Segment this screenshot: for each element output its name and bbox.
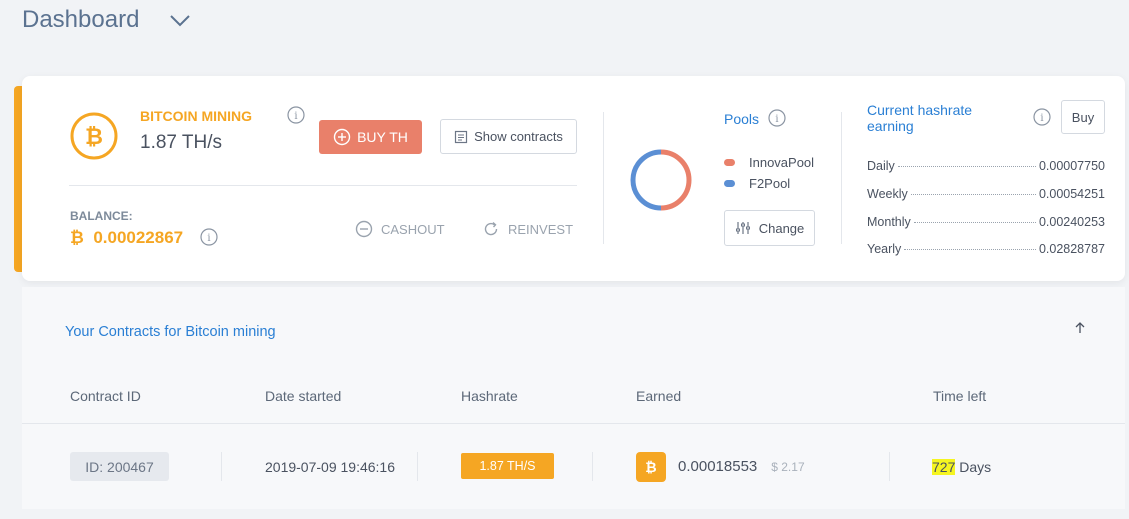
hashrate-badge: 1.87 TH/S: [461, 453, 554, 479]
pools-info-icon[interactable]: i: [768, 109, 786, 127]
document-icon: [454, 130, 468, 143]
change-pool-button[interactable]: Change: [724, 210, 815, 246]
buy-button[interactable]: Buy: [1061, 100, 1105, 134]
date-started: 2019-07-09 19:46:16: [265, 459, 395, 475]
buy-th-button[interactable]: BUY TH: [319, 120, 422, 154]
pools-title: Pools: [724, 111, 760, 127]
cell-divider: [889, 452, 890, 481]
balance-value: ₿ 0.00022867: [70, 228, 183, 248]
cell-divider: [221, 452, 222, 481]
info-icon[interactable]: i: [287, 106, 305, 124]
column-header-contract-id: Contract ID: [70, 388, 141, 404]
pools-donut-chart: [630, 149, 692, 211]
table-row: ID: 200467 2019-07-09 19:46:16 1.87 TH/S…: [22, 424, 1125, 509]
svg-text:i: i: [1040, 113, 1043, 124]
cell-divider: [417, 452, 418, 481]
page-header: Dashboard: [22, 6, 191, 34]
legend-dot: [724, 180, 735, 187]
refresh-icon: [484, 221, 498, 236]
column-header-hashrate: Hashrate: [461, 388, 518, 404]
balance-info-icon[interactable]: i: [200, 228, 218, 246]
time-left-unit: Days: [959, 459, 992, 475]
chevron-down-icon[interactable]: [169, 14, 191, 28]
svg-text:i: i: [294, 111, 297, 122]
column-divider: [841, 112, 842, 244]
earned-amount: 0.00018553 $ 2.17: [678, 458, 805, 475]
earned-usd: $ 2.17: [771, 460, 805, 474]
earning-value: 0.00240253: [1038, 215, 1105, 229]
column-divider: [603, 112, 604, 244]
hashrate-earning-title: Current hashrate earning: [867, 102, 973, 134]
mining-hashrate: 1.87 TH/s: [140, 132, 223, 153]
earning-row-daily: Daily 0.00007750: [867, 159, 1105, 173]
legend-item-f2pool: F2Pool: [724, 176, 790, 191]
contracts-panel: Your Contracts for Bitcoin mining Contra…: [22, 287, 1125, 509]
plus-circle-icon: [333, 128, 351, 146]
legend-item-innovapool: InnovaPool: [724, 155, 814, 170]
earning-row-yearly: Yearly 0.02828787: [867, 242, 1105, 256]
earned-btc: 0.00018553: [678, 458, 758, 475]
page-title: Dashboard: [22, 6, 140, 33]
balance-label: BALANCE:: [70, 209, 133, 223]
cell-divider: [592, 452, 593, 481]
bitcoin-icon: ₿: [636, 452, 666, 482]
time-left-value: 727: [932, 459, 956, 475]
time-left: 727 Days: [932, 459, 991, 475]
earning-period: Daily: [867, 159, 895, 173]
cashout-label: CASHOUT: [381, 221, 445, 237]
arrow-up-icon[interactable]: [1073, 321, 1087, 335]
card-accent-bar: [14, 86, 22, 272]
earning-row-monthly: Monthly 0.00240253: [867, 215, 1105, 229]
svg-text:₿: ₿: [85, 125, 103, 150]
balance-amount: 0.00022867: [93, 228, 184, 247]
mining-title: BITCOIN MINING: [140, 108, 252, 124]
earning-info-icon[interactable]: i: [1033, 108, 1051, 126]
contracts-title: Your Contracts for Bitcoin mining: [65, 324, 276, 340]
dotted-leader: [913, 222, 1036, 223]
buy-th-label: BUY TH: [357, 129, 408, 145]
contract-id: ID: 200467: [70, 452, 169, 481]
show-contracts-label: Show contracts: [474, 129, 563, 144]
minus-circle-icon: [355, 220, 373, 238]
earning-period: Yearly: [867, 242, 902, 256]
reinvest-button[interactable]: REINVEST: [482, 220, 573, 238]
show-contracts-button[interactable]: Show contracts: [440, 119, 577, 154]
pool-slice-innovapool: [660, 149, 692, 211]
earning-value: 0.02828787: [1038, 242, 1105, 256]
column-header-time-left: Time left: [933, 388, 987, 404]
mining-card: ₿ BITCOIN MINING 1.87 TH/s i BUY TH Show…: [22, 76, 1125, 281]
cashout-button[interactable]: CASHOUT: [355, 220, 445, 238]
earning-period: Monthly: [867, 215, 911, 229]
legend-label: InnovaPool: [749, 155, 815, 170]
earning-row-weekly: Weekly 0.00054251: [867, 187, 1105, 201]
dotted-leader: [897, 166, 1036, 167]
divider: [69, 185, 577, 186]
dotted-leader: [904, 249, 1036, 250]
bitcoin-symbol: ₿: [70, 228, 84, 247]
pool-slice-f2pool: [630, 149, 662, 211]
sliders-icon: [735, 222, 750, 234]
column-header-earned: Earned: [636, 388, 682, 404]
column-header-date-started: Date started: [265, 388, 342, 404]
earning-value: 0.00007750: [1038, 159, 1105, 173]
earning-period: Weekly: [867, 187, 908, 201]
legend-label: F2Pool: [749, 176, 791, 191]
change-label: Change: [758, 220, 805, 236]
reinvest-label: REINVEST: [508, 221, 574, 237]
svg-text:i: i: [775, 114, 778, 125]
bitcoin-logo-icon: ₿: [70, 112, 118, 160]
earning-value: 0.00054251: [1038, 187, 1105, 201]
dotted-leader: [910, 194, 1036, 195]
svg-text:₿: ₿: [645, 460, 656, 476]
svg-text:i: i: [207, 233, 210, 244]
legend-dot: [724, 159, 735, 166]
